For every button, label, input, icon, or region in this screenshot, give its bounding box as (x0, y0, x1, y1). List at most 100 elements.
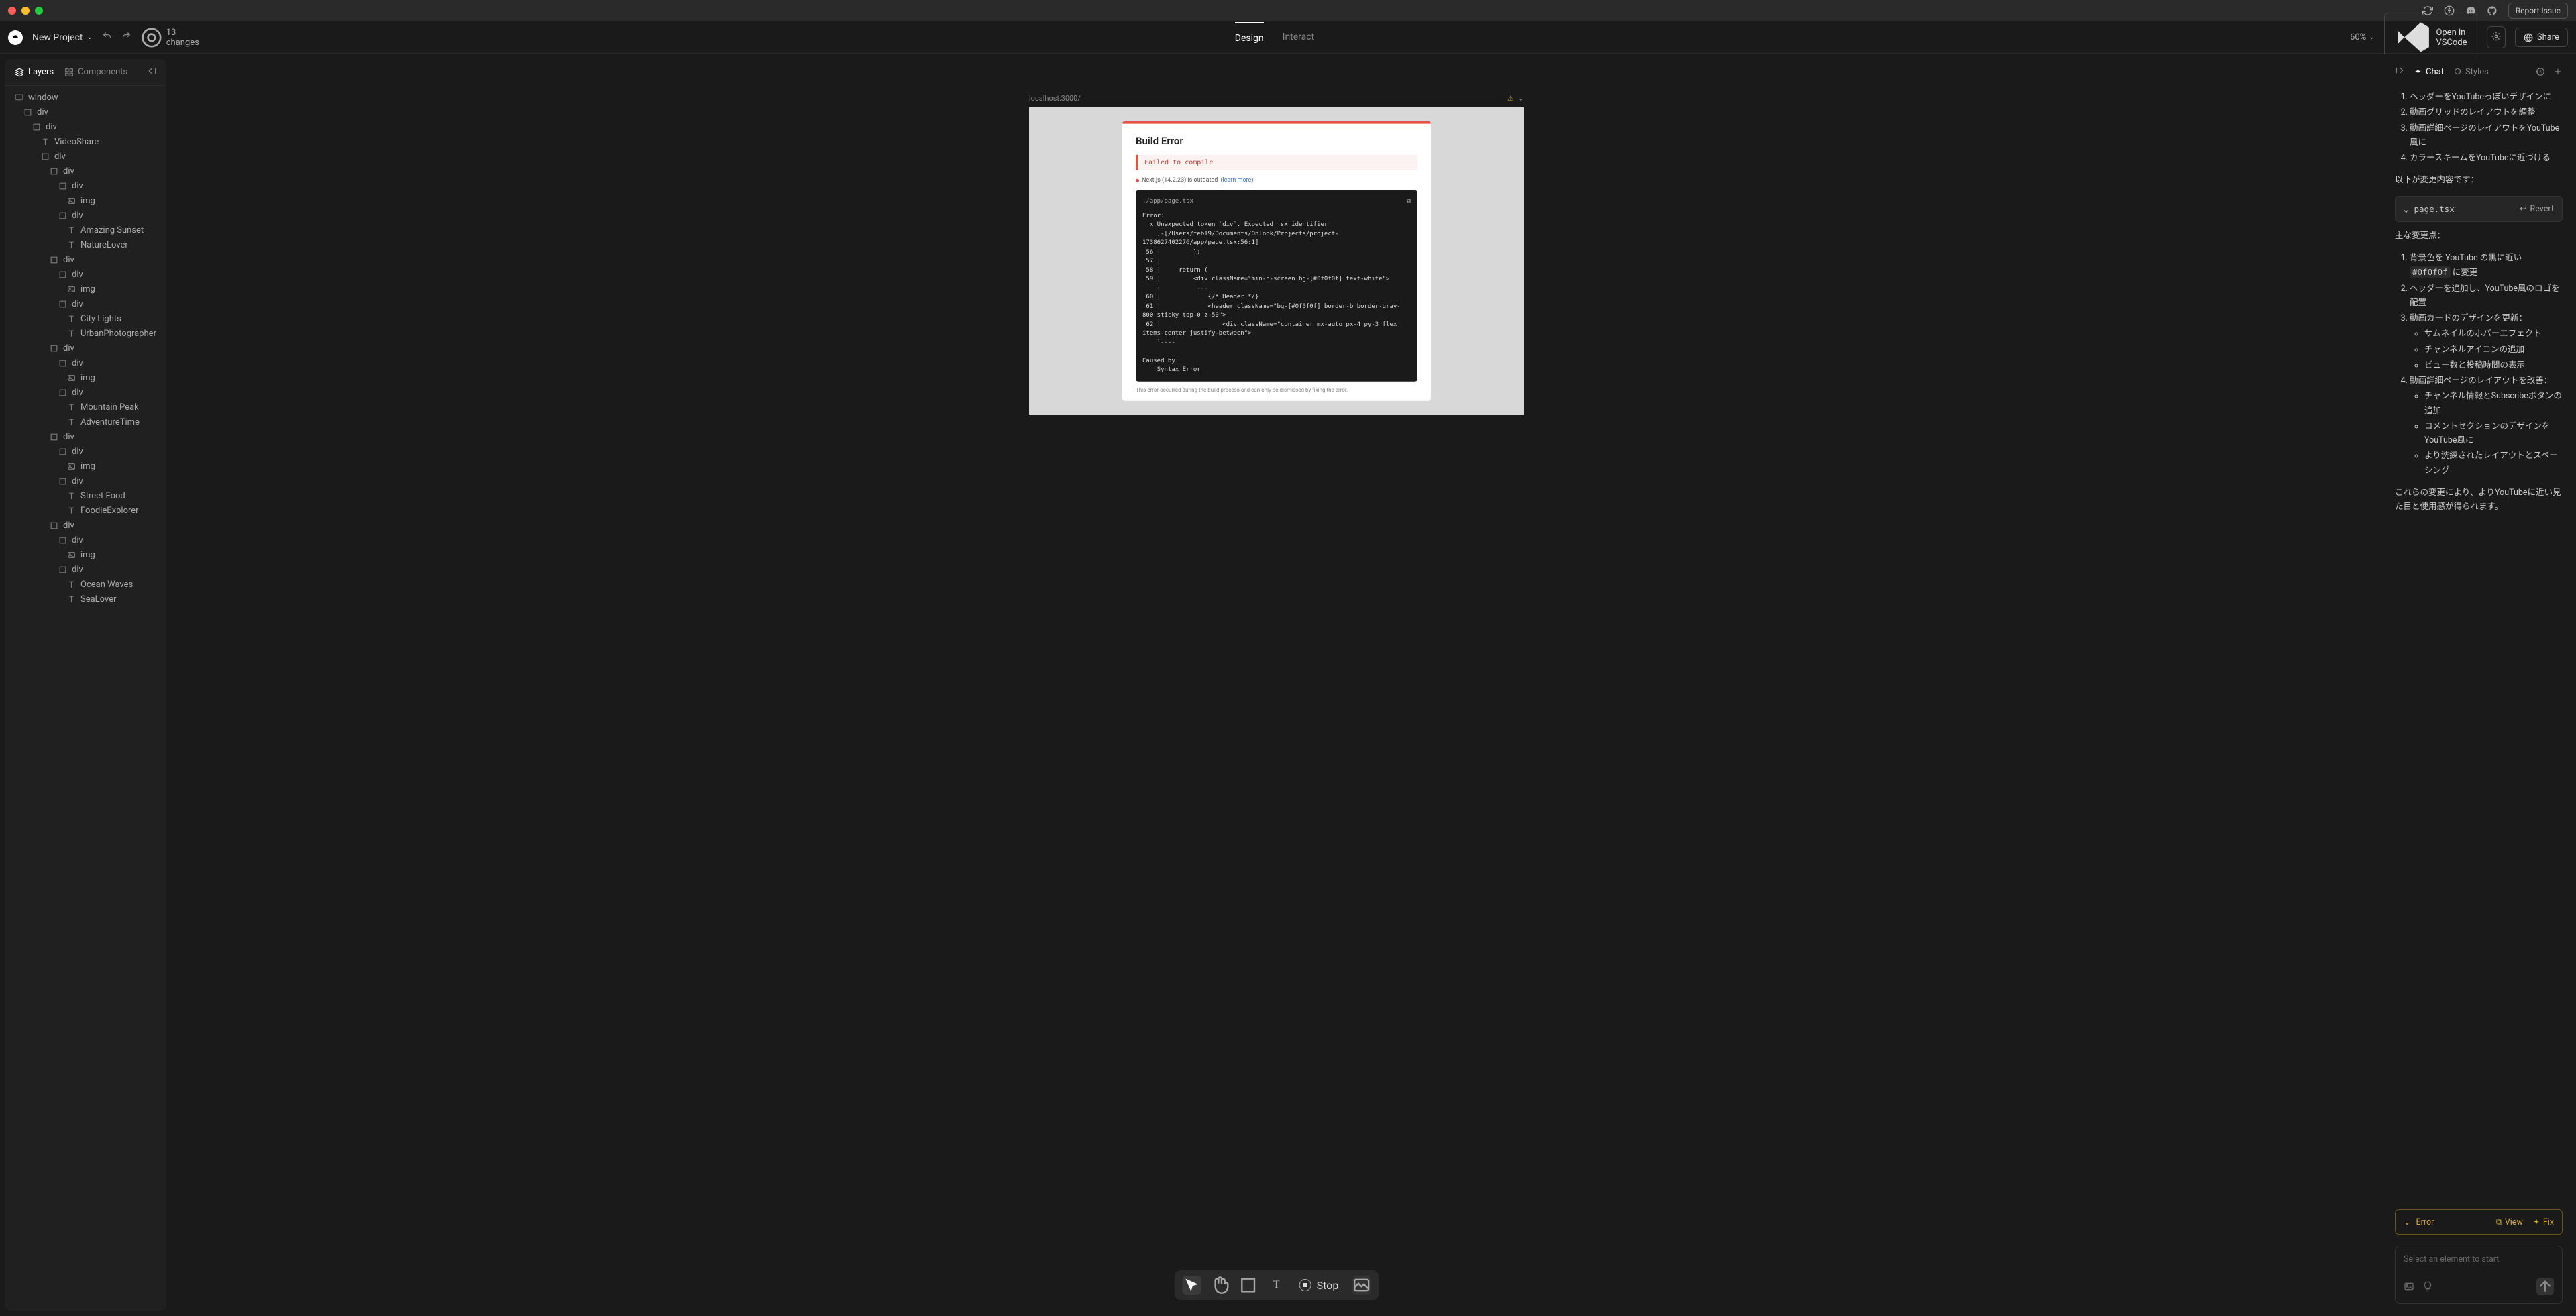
undo-button[interactable] (102, 31, 112, 44)
tree-item[interactable]: div (5, 341, 166, 355)
learn-more-link[interactable]: (learn more) (1220, 177, 1253, 184)
text-tool[interactable]: T (1267, 1276, 1286, 1295)
canvas-area[interactable]: localhost:3000/ ⚠ ⌄ Build Error Failed t… (166, 54, 2387, 1316)
open-vscode-button[interactable]: Open in VSCode (2384, 13, 2477, 62)
preview-frame: localhost:3000/ ⚠ ⌄ Build Error Failed t… (1029, 94, 1524, 415)
tab-components[interactable]: Components (64, 67, 127, 77)
collapse-left-panel[interactable] (148, 66, 157, 78)
tab-interact[interactable]: Interact (1283, 22, 1315, 53)
tree-item[interactable]: NatureLover (5, 237, 166, 252)
tree-item[interactable]: window (5, 90, 166, 105)
chevron-down-icon[interactable]: ⌄ (1518, 94, 1524, 103)
tree-item[interactable]: div (5, 385, 166, 400)
tree-item[interactable]: Amazing Sunset (5, 223, 166, 237)
list-item: 動画グリッドのレイアウトを調整 (2410, 105, 2563, 119)
tree-item[interactable]: City Lights (5, 311, 166, 326)
tree-item[interactable]: div (5, 533, 166, 547)
tab-design[interactable]: Design (1235, 22, 1264, 53)
chat-content[interactable]: ヘッダーをYouTubeっぽいデザインに動画グリッドのレイアウトを調整動画詳細ペ… (2387, 85, 2571, 1205)
list-item: チャンネルアイコンの追加 (2424, 343, 2563, 357)
tree-item[interactable]: div (5, 444, 166, 459)
tree-item-label: SeaLover (80, 594, 117, 604)
tree-item[interactable]: div (5, 267, 166, 282)
tree-item[interactable]: div (5, 149, 166, 164)
tree-item[interactable]: img (5, 547, 166, 562)
tree-item[interactable]: div (5, 355, 166, 370)
chat-tab-label: Chat (2426, 67, 2444, 77)
tree-item[interactable]: FoodieExplorer (5, 503, 166, 518)
minimize-window[interactable] (21, 7, 30, 15)
tree-item[interactable]: div (5, 518, 166, 533)
box-icon (58, 447, 67, 456)
lightbulb-icon[interactable] (2422, 1280, 2433, 1293)
add-icon[interactable] (2553, 66, 2563, 78)
stop-button[interactable]: Stop (1295, 1279, 1343, 1292)
tree-item[interactable]: AdventureTime (5, 415, 166, 429)
send-button[interactable] (2536, 1278, 2554, 1295)
error-bar: ⌄ Error ⧉ View Fix (2395, 1209, 2563, 1235)
warning-icon[interactable]: ⚠ (1507, 94, 1514, 103)
tab-styles[interactable]: Styles (2453, 67, 2489, 77)
tree-item[interactable]: div (5, 119, 166, 134)
stop-label: Stop (1317, 1279, 1339, 1292)
expand-right-panel[interactable] (2395, 66, 2404, 78)
tree-item[interactable]: div (5, 429, 166, 444)
tree-item[interactable]: div (5, 208, 166, 223)
tree-item[interactable]: UrbanPhotographer (5, 326, 166, 341)
close-window[interactable] (8, 7, 16, 15)
tab-chat[interactable]: Chat (2414, 67, 2444, 77)
revert-icon: ↩ (2520, 202, 2526, 216)
image-tool[interactable] (1352, 1276, 1371, 1295)
tree-item[interactable]: div (5, 562, 166, 577)
styles-icon (2453, 68, 2462, 76)
cursor-tool[interactable] (1183, 1276, 1201, 1295)
hand-tool[interactable] (1211, 1276, 1230, 1295)
box-icon (50, 521, 58, 530)
tree-item[interactable]: Mountain Peak (5, 400, 166, 415)
share-button[interactable]: Share (2515, 28, 2568, 47)
tree-item[interactable]: div (5, 164, 166, 178)
view-error-button[interactable]: ⧉ View (2496, 1217, 2523, 1227)
tree-item[interactable]: div (5, 296, 166, 311)
box-icon (58, 270, 67, 279)
tree-item[interactable]: img (5, 459, 166, 474)
fix-error-button[interactable]: Fix (2532, 1217, 2554, 1227)
tree-item[interactable]: img (5, 193, 166, 208)
traffic-lights (8, 7, 43, 15)
file-chip[interactable]: ⌄ page.tsx ↩ Revert (2395, 196, 2563, 222)
tree-item-label: div (63, 343, 74, 353)
tab-layers[interactable]: Layers (15, 67, 54, 77)
chevron-down-icon[interactable]: ⌄ (2404, 1217, 2410, 1227)
rectangle-tool[interactable] (1239, 1276, 1258, 1295)
tree-item[interactable]: VideoShare (5, 134, 166, 149)
tree-item-label: div (72, 535, 83, 545)
text-icon (67, 329, 76, 338)
history-icon[interactable] (2536, 66, 2545, 78)
tree-item-label: div (63, 520, 74, 531)
tree-item-label: div (72, 565, 83, 575)
box-icon (58, 359, 67, 368)
chevron-down-icon: ⌄ (87, 34, 93, 41)
tree-item[interactable]: div (5, 474, 166, 488)
tree-item[interactable]: SeaLover (5, 592, 166, 606)
tree-item[interactable]: div (5, 252, 166, 267)
revert-button[interactable]: ↩ Revert (2520, 202, 2554, 216)
zoom-dropdown[interactable]: 60% ⌄ (2350, 32, 2375, 42)
layers-tree[interactable]: windowdivdivVideoSharedivdivdivimgdivAma… (5, 86, 166, 1311)
settings-button[interactable] (2487, 26, 2506, 48)
redo-button[interactable] (121, 31, 131, 44)
box-icon (58, 388, 67, 397)
tree-item[interactable]: Ocean Waves (5, 577, 166, 592)
tree-item[interactable]: div (5, 105, 166, 119)
tree-item[interactable]: div (5, 178, 166, 193)
maximize-window[interactable] (35, 7, 43, 15)
tree-item[interactable]: Street Food (5, 488, 166, 503)
tree-item[interactable]: img (5, 282, 166, 296)
image-attachment-icon[interactable] (2404, 1280, 2414, 1293)
project-name-dropdown[interactable]: New Project ⌄ (32, 32, 93, 43)
external-link-icon[interactable]: ⧉ (1407, 197, 1411, 207)
tree-item[interactable]: img (5, 370, 166, 385)
changes-indicator[interactable]: 13 changes (141, 27, 199, 48)
tree-item-label: div (37, 107, 48, 117)
chat-input[interactable]: Select an element to start (2395, 1246, 2563, 1304)
